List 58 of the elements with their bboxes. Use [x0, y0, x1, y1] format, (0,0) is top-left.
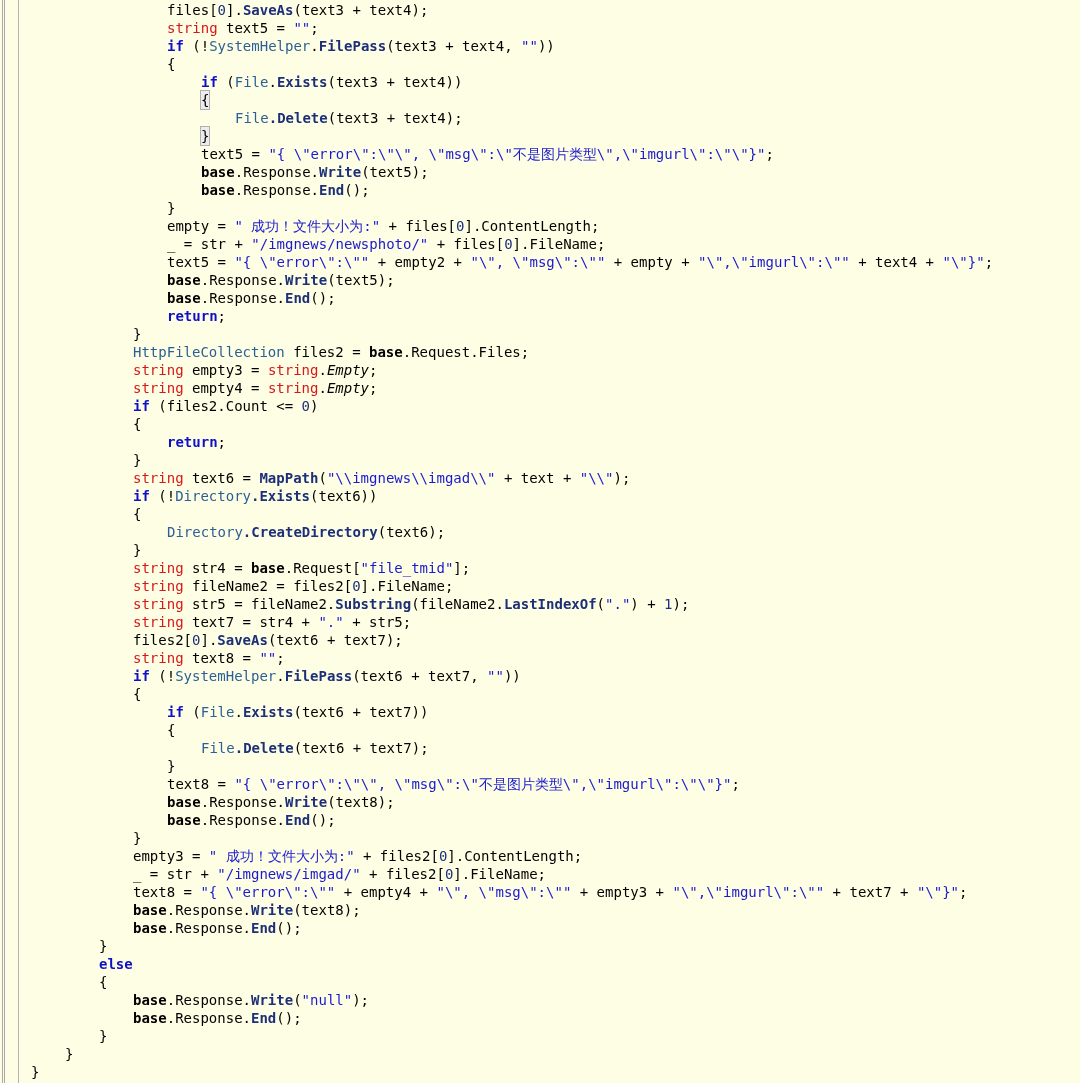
code-line: {	[99, 973, 108, 991]
code-line: string empty3 = string.Empty;	[133, 361, 378, 379]
code-line: _ = str + "/imgnews/imgad/" + files2[0].FileName;	[133, 865, 547, 883]
code-line: if (File.Exists(text6 + text7))	[167, 703, 429, 721]
code-line: if (!Directory.Exists(text6))	[133, 487, 378, 505]
code-line: string text7 = str4 + "." + str5;	[133, 613, 412, 631]
code-line: text5 = "{ \"error\":\"\", \"msg\":\"不是图片类型\",\"imgurl\":\"\"}";	[201, 145, 774, 163]
code-line: Directory.CreateDirectory(text6);	[167, 523, 446, 541]
code-line: string str4 = base.Request["file_tmid"];	[133, 559, 471, 577]
code-line: {	[133, 685, 142, 703]
code-line: empty3 = " 成功！文件大小为:" + files2[0].ContentLength;	[133, 847, 583, 865]
code-line: }	[31, 1063, 40, 1081]
code-line: string str5 = fileName2.Substring(fileName2.LastIndexOf(".") + 1);	[133, 595, 690, 613]
code-line: base.Response.End();	[133, 919, 302, 937]
code-line: base.Response.End();	[167, 289, 336, 307]
code-line: }	[133, 829, 142, 847]
code-line: files[0].SaveAs(text3 + text4);	[167, 1, 429, 19]
code-line: base.Response.Write(text5);	[201, 163, 429, 181]
code-line: string text6 = MapPath("\\imgnews\\imgad\\" + text + "\\");	[133, 469, 631, 487]
code-line: File.Delete(text6 + text7);	[201, 739, 429, 757]
code-line: base.Response.End();	[201, 181, 370, 199]
code-line: string fileName2 = files2[0].FileName;	[133, 577, 454, 595]
code-line: base.Response.End();	[167, 811, 336, 829]
code-line: base.Response.Write(text5);	[167, 271, 395, 289]
code-line: empty = " 成功！文件大小为:" + files[0].ContentLength;	[167, 217, 600, 235]
code-line: }	[133, 325, 142, 343]
code-line: if (files2.Count <= 0)	[133, 397, 319, 415]
code-line: files2[0].SaveAs(text6 + text7);	[133, 631, 403, 649]
code-line: if (!SystemHelper.FilePass(text6 + text7, ""))	[133, 667, 521, 685]
code-line: }	[167, 757, 176, 775]
code-line: return;	[167, 307, 226, 325]
code-line: {	[167, 55, 176, 73]
code-line: if (File.Exists(text3 + text4))	[201, 73, 463, 91]
code-line: if (!SystemHelper.FilePass(text3 + text4, ""))	[167, 37, 555, 55]
code-line: else	[99, 955, 133, 973]
code-line: string text5 = "";	[167, 19, 319, 37]
code-line: text5 = "{ \"error\":\"" + empty2 + "\", \"msg\":\"" + empty + "\",\"imgurl\":\"" + text4 + "\"}";	[167, 253, 994, 271]
code-line: File.Delete(text3 + text4);	[235, 109, 463, 127]
code-line: _ = str + "/imgnews/newsphoto/" + files[0].FileName;	[167, 235, 606, 253]
code-line: text8 = "{ \"error\":\"\", \"msg\":\"不是图片类型\",\"imgurl\":\"\"}";	[167, 775, 740, 793]
code-line: {	[133, 415, 142, 433]
code-line: }	[99, 1027, 108, 1045]
code-line: {	[167, 721, 176, 739]
code-line: }	[167, 199, 176, 217]
code-line: base.Response.End();	[133, 1009, 302, 1027]
code-line: HttpFileCollection files2 = base.Request.Files;	[133, 343, 530, 361]
code-line: base.Response.Write("null");	[133, 991, 370, 1009]
code-line: return;	[167, 433, 226, 451]
code-line: text8 = "{ \"error\":\"" + empty4 + "\", \"msg\":\"" + empty3 + "\",\"imgurl\":\"" + text7 + "\"}";	[133, 883, 968, 901]
code-line: }	[99, 937, 108, 955]
code-line: {	[133, 505, 142, 523]
code-line: }	[133, 541, 142, 559]
code-line: }	[133, 451, 142, 469]
code-line: base.Response.Write(text8);	[133, 901, 361, 919]
code-line: string text8 = "";	[133, 649, 285, 667]
code-line: }	[65, 1045, 74, 1063]
code-line: base.Response.Write(text8);	[167, 793, 395, 811]
code-line: string empty4 = string.Empty;	[133, 379, 378, 397]
